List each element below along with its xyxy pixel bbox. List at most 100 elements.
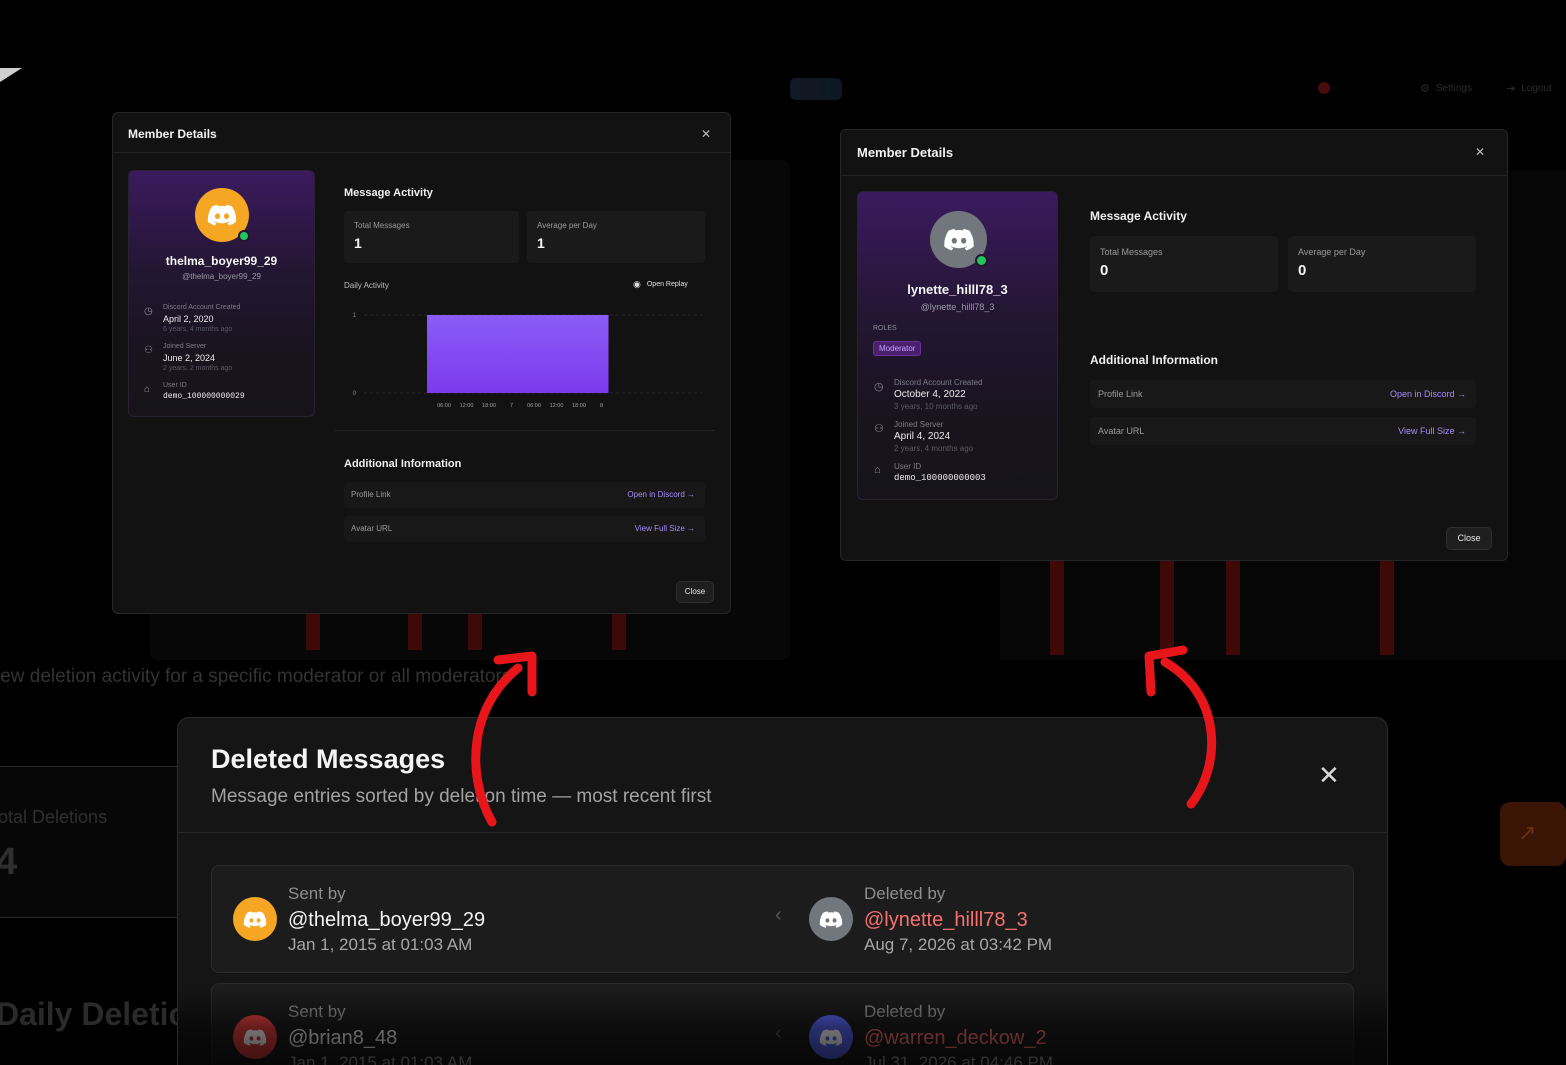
x-tick-label: 06:00 [437, 403, 451, 409]
deleter-avatar [809, 897, 853, 941]
bg-chart-bar [1380, 560, 1394, 655]
member-handle: @lynette_hilll78_3 [920, 302, 995, 312]
sent-by-label: Sent by [288, 1002, 346, 1021]
avatar-url-label: Avatar URL [1098, 426, 1145, 436]
modal-divider [178, 832, 1387, 833]
deleter-username[interactable]: @warren_deckow_2 [864, 1027, 1047, 1050]
account-created-label: Discord Account Created [894, 378, 983, 387]
trend-button[interactable]: ↗ [1500, 802, 1566, 866]
roles-label: ROLES [873, 325, 897, 332]
deleted-messages-modal: Deleted Messages Message entries sorted … [177, 717, 1388, 1065]
x-tick-label: 18:00 [572, 403, 586, 409]
deleted-time: Aug 7, 2026 at 03:42 PM [864, 935, 1053, 954]
joined-server-date: June 2, 2024 [163, 353, 216, 363]
total-messages-stat: Total Messages 1 [344, 211, 519, 263]
account-created-date: April 2, 2020 [163, 314, 214, 324]
deleted-by-label: Deleted by [864, 1002, 946, 1021]
avg-per-day-value: 0 [1298, 262, 1307, 279]
trending-up-icon: ↗ [1518, 820, 1537, 845]
replay-icon: ◉ [633, 279, 641, 289]
clock-icon: ◷ [144, 306, 153, 317]
open-in-discord-link[interactable]: Open in Discord → [627, 490, 695, 499]
section-divider [335, 430, 715, 431]
close-icon[interactable]: ✕ [1475, 146, 1485, 158]
discord-logo-icon [243, 1028, 267, 1046]
sender-username[interactable]: @brian8_48 [288, 1027, 397, 1050]
clock-icon: ◷ [874, 381, 884, 393]
joined-server-ago: 2 years, 2 months ago [163, 365, 233, 372]
online-status-dot [975, 254, 988, 267]
x-tick-label: 12:00 [460, 403, 474, 409]
sender-username[interactable]: @thelma_boyer99_29 [288, 909, 485, 932]
total-messages-stat: Total Messages 0 [1090, 236, 1278, 292]
sent-by-label: Sent by [288, 884, 346, 903]
close-button[interactable]: Close [1446, 527, 1492, 550]
logout-icon: ⇥ [1506, 83, 1516, 95]
x-tick-label: 18:00 [482, 403, 496, 409]
close-button[interactable]: Close [676, 581, 714, 603]
x-tick-label: 12:00 [550, 403, 564, 409]
x-tick-label: 06:00 [527, 403, 541, 409]
bg-chart-bar [1226, 560, 1240, 655]
discord-logo-icon [819, 910, 843, 928]
daily-deletions-heading: Daily Deletio [0, 996, 189, 1032]
avg-per-day-stat: Average per Day 0 [1288, 236, 1476, 292]
profile-link-label: Profile Link [1098, 389, 1143, 399]
profile-card: thelma_boyer99_29 @thelma_boyer99_29 ◷ D… [128, 170, 315, 417]
deleted-message-entry[interactable]: Sent by @brian8_48 Jan 1, 2015 at 01:03 … [211, 983, 1354, 1065]
discord-logo-icon [819, 1028, 843, 1046]
avg-per-day-stat: Average per Day 1 [527, 211, 705, 263]
message-activity-heading: Message Activity [1090, 209, 1187, 223]
member-details-modal-left: Member Details ✕ thelma_boyer99_29 @thel… [112, 112, 731, 614]
open-in-discord-link[interactable]: Open in Discord → [1390, 389, 1466, 399]
user-menu[interactable] [1318, 82, 1330, 94]
modal-title: Member Details [857, 145, 954, 160]
deleted-messages-subtitle: Message entries sorted by deletion time … [211, 786, 712, 807]
account-created-ago: 3 years, 10 months ago [894, 402, 978, 411]
avg-per-day-label: Average per Day [1298, 247, 1366, 257]
member-username: thelma_boyer99_29 [165, 254, 278, 268]
tag-icon: ⌂ [144, 384, 151, 395]
deleted-by-label: Deleted by [864, 884, 946, 903]
y-tick-label: 0 [353, 391, 357, 397]
total-deletions-card: otal Deletions 4 [0, 766, 180, 918]
app-logo [790, 78, 842, 100]
account-created-date: October 4, 2022 [894, 389, 966, 400]
deleter-username[interactable]: @lynette_hilll78_3 [864, 909, 1028, 932]
avg-per-day-value: 1 [537, 235, 545, 251]
deleted-message-entry[interactable]: Sent by @thelma_boyer99_29 Jan 1, 2015 a… [211, 865, 1354, 973]
additional-info-heading: Additional Information [1090, 353, 1218, 367]
member-handle: @thelma_boyer99_29 [182, 272, 261, 281]
settings-link[interactable]: ⚙ Settings [1420, 82, 1472, 95]
chevron-left-icon: ‹ [775, 904, 782, 926]
x-tick-label: 7 [510, 403, 513, 409]
total-deletions-label: otal Deletions [0, 807, 108, 827]
joined-server-ago: 2 years, 4 months ago [894, 444, 974, 453]
user-id-label: User ID [163, 382, 187, 389]
account-created-label: Discord Account Created [163, 304, 241, 311]
view-full-size-link[interactable]: View Full Size → [635, 524, 695, 533]
logout-link[interactable]: ⇥ Logout [1506, 82, 1552, 95]
bg-chart-bar [468, 610, 482, 650]
total-messages-value: 0 [1100, 262, 1109, 279]
member-username: lynette_hilll78_3 [907, 282, 1008, 297]
daily-activity-label: Daily Activity [344, 281, 389, 290]
additional-info-heading: Additional Information [344, 458, 462, 470]
deleted-messages-title: Deleted Messages [211, 744, 446, 774]
profile-link-row: Profile Link Open in Discord → [1090, 380, 1476, 408]
user-avatar [1318, 82, 1330, 94]
close-icon[interactable]: ✕ [701, 128, 711, 140]
user-plus-icon: ⚇ [874, 423, 884, 435]
x-tick-label: 8 [600, 403, 603, 409]
modal-title: Member Details [128, 127, 217, 141]
open-replay-button[interactable]: ◉ Open Replay [633, 279, 688, 290]
close-icon[interactable]: ✕ [1318, 762, 1340, 788]
background-caption: iew deletion activity for a specific mod… [0, 666, 512, 687]
profile-card: lynette_hilll78_3 @lynette_hilll78_3 ROL… [857, 191, 1058, 500]
total-messages-label: Total Messages [354, 221, 410, 230]
user-plus-icon: ⚇ [144, 345, 153, 356]
profile-link-label: Profile Link [351, 490, 391, 499]
view-full-size-link[interactable]: View Full Size → [1398, 426, 1466, 436]
joined-server-label: Joined Server [894, 420, 944, 429]
member-avatar [930, 211, 988, 268]
